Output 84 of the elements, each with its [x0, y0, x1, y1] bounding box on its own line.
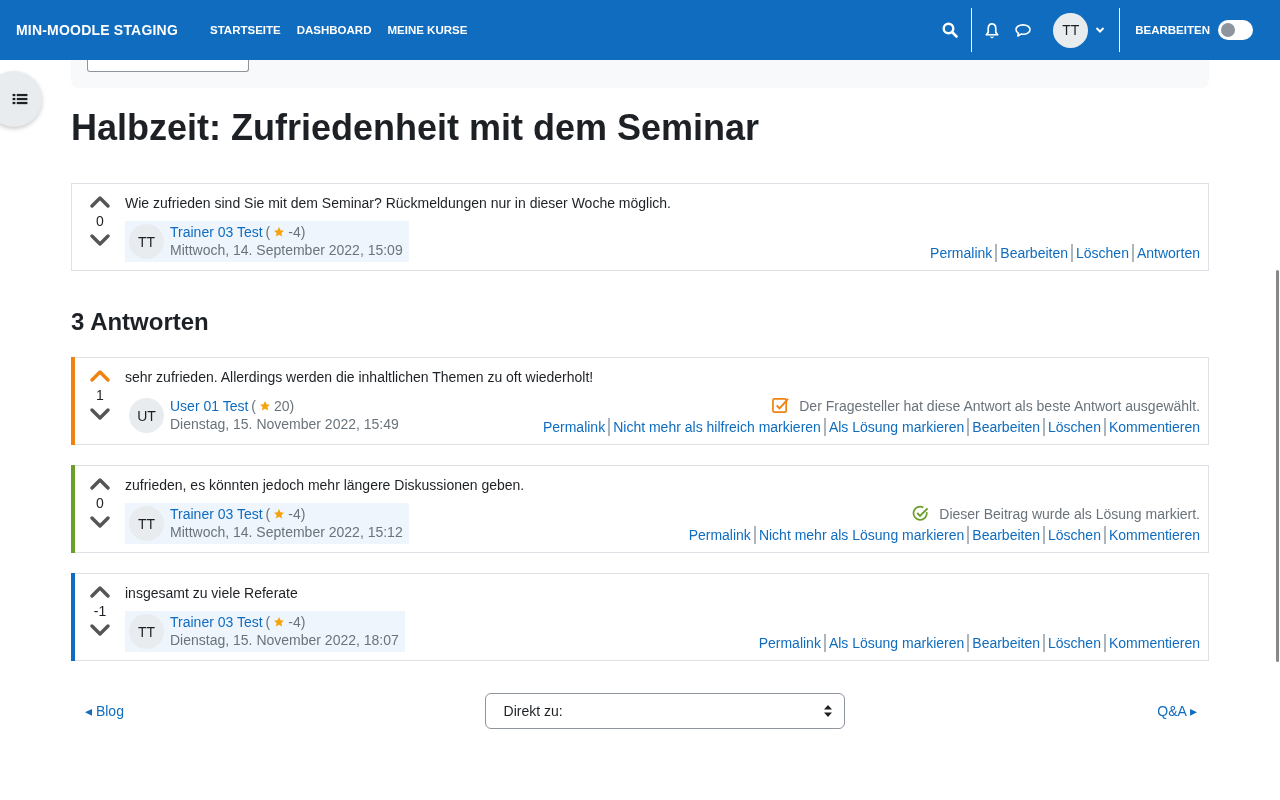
action-link[interactable]: Als Lösung markieren	[828, 419, 965, 435]
vote-count: 0	[96, 496, 104, 510]
action-link[interactable]: Löschen	[1048, 527, 1101, 543]
action-link[interactable]: Permalink	[688, 527, 751, 543]
chevron-down-icon[interactable]	[1095, 26, 1106, 34]
upvote-icon[interactable]	[90, 478, 110, 490]
action-link[interactable]: Nicht mehr als Lösung markieren	[758, 527, 965, 543]
action-link[interactable]: Bearbeiten	[1000, 245, 1068, 261]
star-icon	[273, 508, 286, 520]
search-icon[interactable]	[942, 22, 959, 38]
sort-icon	[823, 705, 832, 717]
checkbox-check-icon	[772, 397, 790, 414]
rating-open: (	[265, 505, 271, 523]
action-link[interactable]: Löschen	[1048, 635, 1101, 651]
avatar[interactable]: TT	[129, 614, 164, 649]
post-date: Dienstag, 15. November 2022, 18:07	[170, 631, 399, 650]
action-link[interactable]: Löschen	[1048, 419, 1101, 435]
rating-value: 20)	[274, 397, 295, 415]
vote-count: 0	[96, 214, 104, 228]
status-text: Der Fragesteller hat diese Antwort als beste Antwort ausgewählt.	[799, 397, 1200, 414]
nav-link[interactable]: MEINE KURSE	[387, 24, 468, 36]
post-text: sehr zufrieden. Allerdings werden die inhaltlichen Themen zu oft wiederholt!	[125, 368, 595, 387]
nav-link[interactable]: DASHBOARD	[296, 24, 372, 36]
action-link[interactable]: Nicht mehr als hilfreich markieren	[613, 419, 821, 435]
rating-value: -4)	[288, 505, 306, 523]
next-link[interactable]: Q&A ▸	[1157, 703, 1197, 719]
post-date: Mittwoch, 14. September 2022, 15:09	[170, 241, 403, 260]
action-link[interactable]: Kommentieren	[1108, 527, 1200, 543]
downvote-icon[interactable]	[90, 516, 110, 528]
nav-link[interactable]: STARTSEITE	[210, 24, 281, 36]
post-text: zufrieden, es könnten jedoch mehr längere Diskussionen geben.	[125, 476, 526, 495]
author-link[interactable]: Trainer 03 Test	[170, 223, 263, 241]
action-link[interactable]: Kommentieren	[1108, 635, 1200, 651]
edit-mode-toggle[interactable]	[1218, 20, 1253, 40]
action-link[interactable]: Antworten	[1136, 245, 1200, 261]
rating-open: (	[265, 223, 271, 241]
star-icon	[273, 226, 286, 238]
scrollbar[interactable]	[1276, 270, 1279, 662]
downvote-icon[interactable]	[90, 408, 110, 420]
action-link[interactable]: Permalink	[542, 419, 606, 435]
action-link[interactable]: Bearbeiten	[972, 635, 1040, 651]
user-avatar[interactable]: TT	[1053, 12, 1089, 48]
site-name[interactable]: MIN-MOODLE STAGING	[16, 22, 178, 38]
author-link[interactable]: Trainer 03 Test	[170, 505, 263, 523]
post-text: Wie zufrieden sind Sie mit dem Seminar? Rückmeldungen nur in dieser Woche möglich.	[125, 194, 672, 213]
downvote-icon[interactable]	[90, 624, 110, 636]
action-link[interactable]: Löschen	[1076, 245, 1129, 261]
rating-open: (	[251, 397, 256, 415]
action-link[interactable]: Permalink	[930, 245, 993, 261]
previous-link[interactable]: ◂ Blog	[85, 703, 124, 719]
bell-icon[interactable]	[984, 21, 1001, 39]
post-date: Dienstag, 15. November 2022, 15:49	[170, 415, 399, 434]
circle-check-icon	[912, 505, 930, 522]
avatar[interactable]: TT	[129, 506, 164, 541]
mark-done-button[interactable]	[87, 60, 249, 72]
status-text: Dieser Beitrag wurde als Lösung markiert.	[939, 505, 1200, 522]
author-link[interactable]: Trainer 03 Test	[170, 613, 263, 631]
replies-heading: 3 Antworten	[71, 307, 210, 337]
chat-icon[interactable]	[1014, 22, 1033, 38]
post-date: Mittwoch, 14. September 2022, 15:12	[170, 523, 403, 542]
avatar[interactable]: TT	[129, 224, 164, 259]
drawer-toggle[interactable]	[0, 71, 42, 127]
list-icon	[12, 92, 28, 106]
upvote-icon[interactable]	[90, 196, 110, 208]
action-link[interactable]: Als Lösung markieren	[828, 635, 965, 651]
upvote-icon[interactable]	[90, 586, 110, 598]
rating-value: -4)	[288, 223, 306, 241]
post-text: insgesamt zu viele Referate	[125, 584, 299, 603]
rating-open: (	[265, 613, 271, 631]
vote-count: -1	[93, 604, 107, 618]
action-link[interactable]: Permalink	[758, 635, 821, 651]
vote-count: 1	[96, 388, 104, 402]
action-link[interactable]: Bearbeiten	[972, 419, 1040, 435]
action-link[interactable]: Bearbeiten	[972, 527, 1040, 543]
page-title: Halbzeit: Zufriedenheit mit dem Seminar	[71, 106, 761, 150]
edit-mode-label: BEARBEITEN	[1135, 24, 1210, 36]
star-icon	[273, 616, 286, 628]
downvote-icon[interactable]	[90, 234, 110, 246]
action-link[interactable]: Kommentieren	[1108, 419, 1200, 435]
avatar[interactable]: UT	[129, 398, 164, 433]
star-icon	[259, 400, 271, 412]
jump-select[interactable]: Direkt zu:	[484, 693, 845, 729]
author-link[interactable]: User 01 Test	[170, 397, 249, 415]
rating-value: -4)	[288, 613, 306, 631]
